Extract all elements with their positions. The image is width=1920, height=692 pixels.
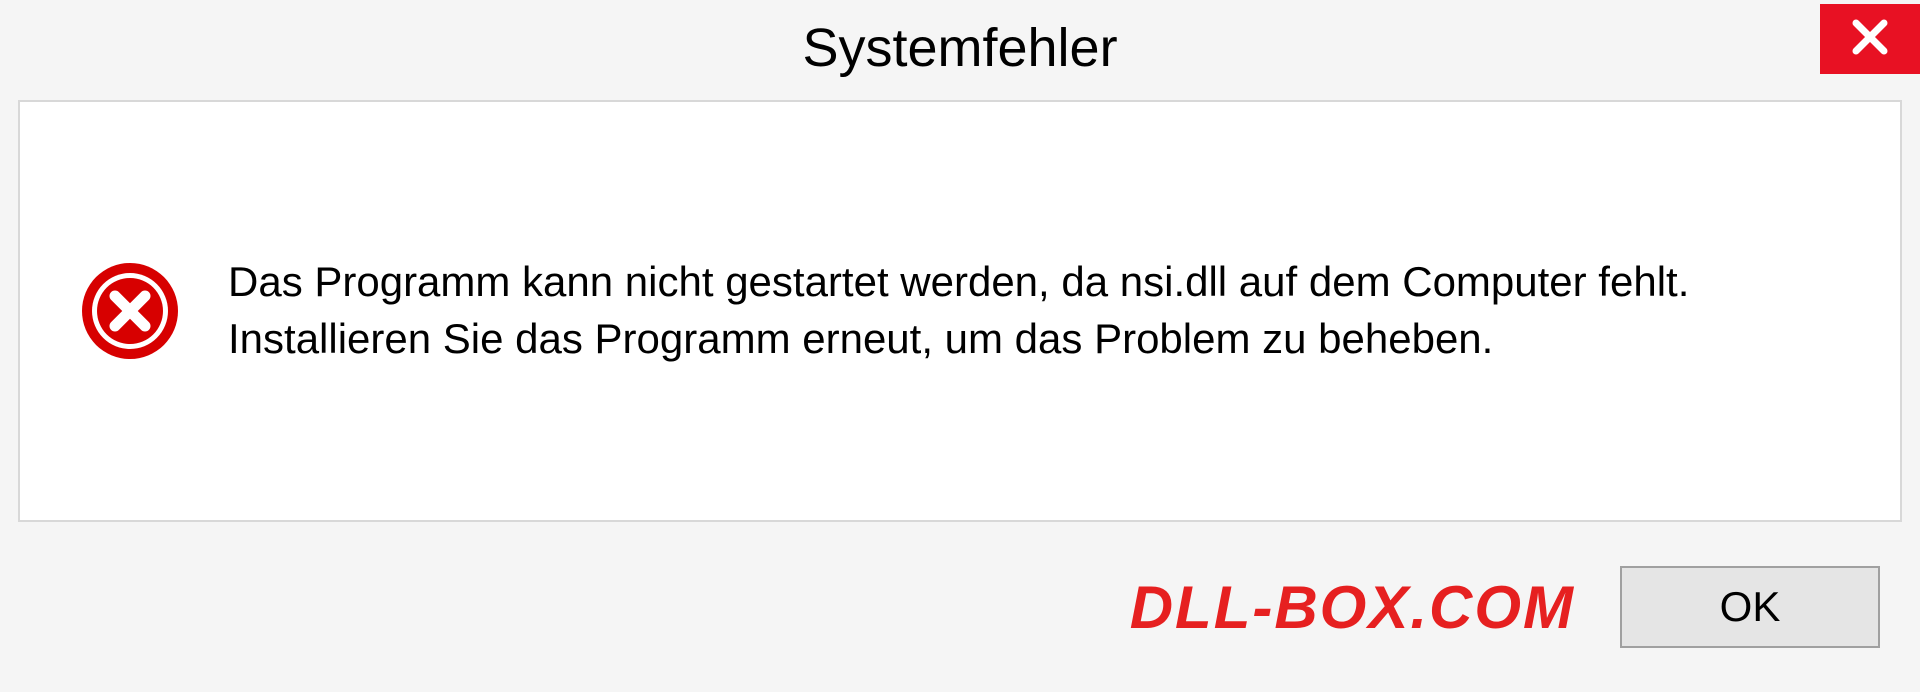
dialog-title: Systemfehler [802,17,1117,79]
error-icon [80,261,180,361]
close-icon [1849,16,1891,63]
dialog-content: Das Programm kann nicht gestartet werden… [18,100,1902,522]
dialog-footer: DLL-BOX.COM OK [0,522,1920,692]
ok-button[interactable]: OK [1620,566,1880,648]
error-message: Das Programm kann nicht gestartet werden… [228,254,1728,367]
close-button[interactable] [1820,4,1920,74]
watermark-text: DLL-BOX.COM [1130,573,1575,642]
titlebar: Systemfehler [0,0,1920,95]
